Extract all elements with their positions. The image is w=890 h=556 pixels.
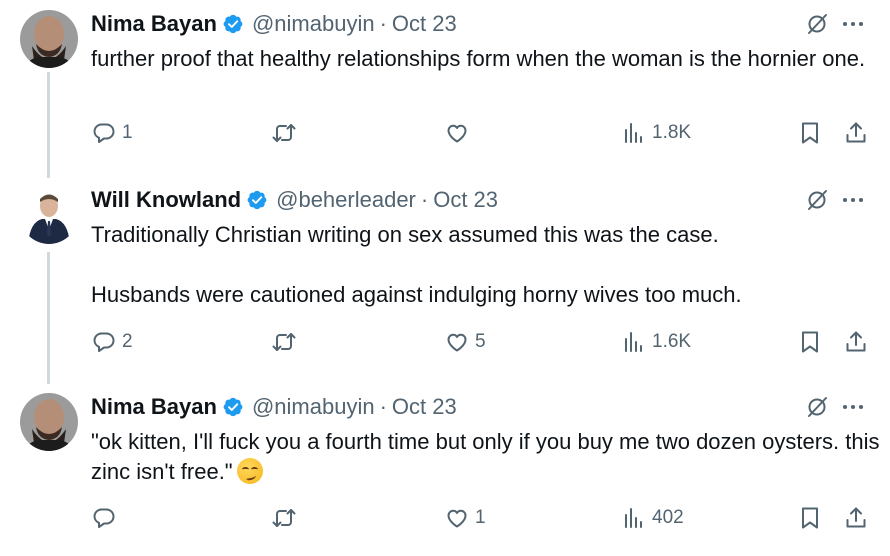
verified-badge-icon (246, 189, 268, 211)
views-count: 402 (652, 507, 684, 528)
more-icon[interactable] (840, 395, 866, 419)
like-button[interactable] (445, 118, 475, 148)
verified-badge-icon (222, 396, 244, 418)
tweet-text-container: "ok kitten, I'll fuck you a fourth time … (91, 427, 881, 487)
share-icon (844, 121, 868, 145)
display-name[interactable]: Nima Bayan (91, 393, 217, 421)
share-icon (844, 506, 868, 530)
separator-dot: · (379, 11, 387, 36)
repost-button[interactable] (272, 327, 302, 357)
repost-button[interactable] (272, 503, 302, 533)
reply-button[interactable] (92, 503, 122, 533)
reply-count: 2 (122, 331, 133, 352)
repost-icon (272, 506, 296, 530)
views-count: 1.8K (652, 122, 692, 143)
reply-button[interactable]: 1 (92, 118, 133, 148)
repost-icon (272, 330, 296, 354)
reply-icon (92, 506, 116, 530)
tweet-thread: Nima Bayan @nimabuyin · Oct 23 further p… (0, 0, 890, 556)
grok-icon[interactable] (805, 12, 829, 36)
like-count: 1 (475, 507, 486, 528)
tweet-header: Nima Bayan @nimabuyin · Oct 23 (91, 393, 457, 421)
timestamp[interactable]: Oct 23 (392, 393, 457, 421)
share-button[interactable] (844, 503, 868, 533)
reply-count: 1 (122, 122, 133, 143)
like-count: 5 (475, 331, 486, 352)
tweet-text: Traditionally Christian writing on sex a… (91, 222, 742, 307)
grok-icon[interactable] (805, 395, 829, 419)
display-name[interactable]: Will Knowland (91, 186, 241, 214)
share-icon (844, 330, 868, 354)
timestamp[interactable]: Oct 23 (392, 10, 457, 38)
views-button[interactable]: 402 (622, 503, 684, 533)
views-icon (622, 506, 646, 530)
tweet[interactable]: Will Knowland @beherleader · Oct 23 Trad… (0, 186, 890, 366)
views-button[interactable]: 1.8K (622, 118, 691, 148)
views-count: 1.6K (652, 331, 692, 352)
share-button[interactable] (844, 327, 868, 357)
reply-icon (92, 121, 116, 145)
bookmark-icon (798, 506, 822, 530)
like-icon (445, 121, 469, 145)
separator-dot: · (420, 187, 429, 212)
repost-icon (272, 121, 296, 145)
tweet[interactable]: Nima Bayan @nimabuyin · Oct 23 further p… (0, 10, 890, 160)
tweet-text: further proof that healthy relationships… (91, 46, 866, 71)
handle[interactable]: @nimabuyin (252, 10, 375, 38)
bookmark-button[interactable] (798, 503, 822, 533)
like-icon (445, 330, 469, 354)
like-button[interactable]: 1 (445, 503, 486, 533)
timestamp[interactable]: Oct 23 (433, 186, 498, 214)
more-icon[interactable] (840, 188, 866, 212)
avatar[interactable] (20, 10, 78, 68)
reply-icon (92, 330, 116, 354)
bookmark-button[interactable] (798, 327, 822, 357)
reply-button[interactable]: 2 (92, 327, 133, 357)
bookmark-icon (798, 330, 822, 354)
avatar[interactable] (20, 393, 78, 451)
views-icon (622, 330, 646, 354)
handle[interactable]: @nimabuyin (252, 393, 375, 421)
tweet-header: Will Knowland @beherleader · Oct 23 (91, 186, 498, 214)
grok-icon[interactable] (805, 188, 829, 212)
like-button[interactable]: 5 (445, 327, 486, 357)
views-button[interactable]: 1.6K (622, 327, 691, 357)
separator-dot: · (379, 394, 387, 419)
tweet-actions: 1 1.8K (0, 118, 890, 148)
like-icon (445, 506, 469, 530)
smirking-face-emoji (236, 458, 263, 484)
share-button[interactable] (844, 118, 868, 148)
tweet-header: Nima Bayan @nimabuyin · Oct 23 (91, 10, 457, 38)
tweet-actions: 1 402 (0, 503, 890, 533)
tweet[interactable]: Nima Bayan @nimabuyin · Oct 23 "ok kitte… (0, 393, 890, 543)
display-name[interactable]: Nima Bayan (91, 10, 217, 38)
views-icon (622, 121, 646, 145)
bookmark-button[interactable] (798, 118, 822, 148)
verified-badge-icon (222, 13, 244, 35)
tweet-actions: 2 5 1.6K (0, 327, 890, 357)
more-icon[interactable] (840, 12, 866, 36)
avatar[interactable] (20, 186, 78, 244)
bookmark-icon (798, 121, 822, 145)
handle[interactable]: @beherleader (276, 186, 416, 214)
repost-button[interactable] (272, 118, 302, 148)
tweet-text: "ok kitten, I'll fuck you a fourth time … (91, 429, 886, 484)
